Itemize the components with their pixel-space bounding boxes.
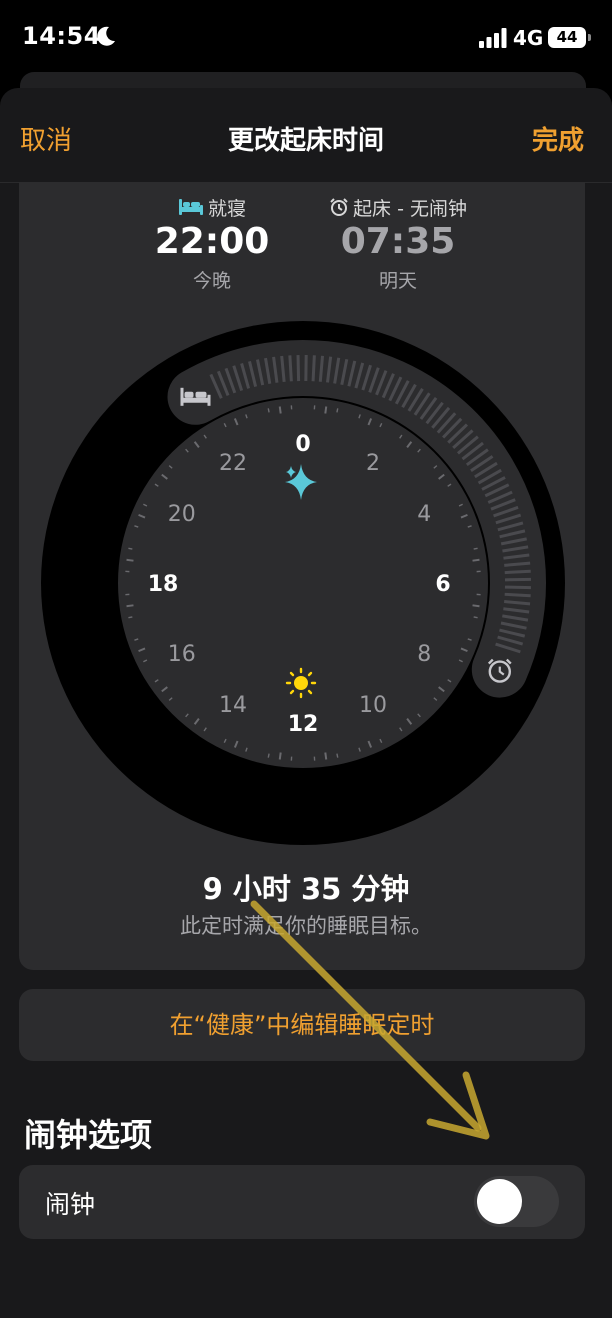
sleep-duration: 9 小时 35 分钟 bbox=[202, 872, 410, 906]
hour-label: 20 bbox=[168, 502, 196, 527]
hour-label: 16 bbox=[168, 642, 196, 667]
arc-tick bbox=[311, 355, 316, 382]
toggle-knob bbox=[477, 1179, 522, 1224]
alarm-options-heading: 闹钟选项 bbox=[24, 1116, 153, 1154]
arc-tick bbox=[288, 355, 293, 382]
wake-block: 起床 - 无闹钟 07:35 明天 bbox=[313, 194, 483, 293]
alarm-label: 闹钟 bbox=[45, 1190, 96, 1219]
wake-day: 明天 bbox=[378, 270, 417, 292]
hour-label: 22 bbox=[219, 451, 247, 476]
alarm-toggle[interactable] bbox=[474, 1176, 559, 1227]
face-tick bbox=[267, 753, 270, 758]
hour-label: 8 bbox=[417, 642, 431, 667]
wake-label: 起床 - 无闹钟 bbox=[353, 197, 467, 220]
moon-icon bbox=[97, 26, 115, 46]
status-time: 14:54 bbox=[22, 22, 101, 50]
face-tick bbox=[473, 547, 478, 550]
face-tick bbox=[267, 408, 270, 413]
edit-in-health-button[interactable]: 在“健康”中编辑睡眠定时 bbox=[19, 989, 585, 1061]
face-tick bbox=[473, 616, 478, 619]
page-title: 更改起床时间 bbox=[227, 126, 384, 156]
sleep-clock-dial[interactable]: 0 2 4 6 8 10 12 14 16 18 20 22 bbox=[38, 318, 568, 848]
cancel-button[interactable]: 取消 bbox=[20, 120, 72, 157]
face-tick bbox=[324, 406, 328, 414]
face-tick bbox=[128, 547, 133, 550]
hour-label: 12 bbox=[288, 712, 319, 737]
hour-label: 14 bbox=[219, 693, 247, 718]
signal-icon bbox=[479, 28, 507, 48]
face-tick bbox=[128, 616, 133, 619]
arc-tick bbox=[504, 585, 531, 590]
face-tick bbox=[324, 752, 328, 760]
face-tick bbox=[278, 752, 282, 760]
alarm-clock-icon bbox=[330, 198, 348, 216]
bed-icon bbox=[178, 199, 203, 215]
wake-time: 07:35 bbox=[340, 221, 456, 262]
sleep-goal-note: 此定时满足你的睡眠目标。 bbox=[180, 914, 432, 938]
face-tick bbox=[472, 604, 480, 608]
face-tick bbox=[472, 558, 480, 562]
nav-bar: 取消 更改起床时间 完成 bbox=[0, 88, 612, 183]
bedtime-block: 就寝 22:00 今晚 bbox=[137, 194, 287, 293]
network-type: 4G bbox=[513, 26, 544, 50]
hour-label: 2 bbox=[366, 451, 380, 476]
arc-tick bbox=[504, 592, 531, 598]
face-tick bbox=[336, 408, 339, 413]
hour-label: 6 bbox=[435, 572, 450, 597]
status-bar: 14:54 4G 44 bbox=[0, 0, 612, 74]
alarm-row: 闹钟 bbox=[19, 1165, 585, 1239]
arc-tick bbox=[296, 355, 301, 382]
hour-label: 4 bbox=[417, 502, 431, 527]
bedtime-day: 今晚 bbox=[192, 270, 231, 292]
arc-tick bbox=[504, 569, 531, 575]
hour-label: 0 bbox=[295, 432, 310, 457]
done-button[interactable]: 完成 bbox=[532, 120, 584, 157]
hour-label: 18 bbox=[148, 572, 179, 597]
bedtime-label: 就寝 bbox=[207, 197, 246, 220]
hour-label: 10 bbox=[359, 693, 387, 718]
face-tick bbox=[278, 406, 282, 414]
face-tick bbox=[126, 604, 134, 608]
face-tick bbox=[336, 753, 339, 758]
bedtime-time: 22:00 bbox=[154, 221, 270, 262]
edit-in-health-label: 在“健康”中编辑睡眠定时 bbox=[169, 1011, 435, 1039]
face-tick bbox=[126, 558, 134, 562]
battery-indicator: 44 bbox=[548, 27, 591, 48]
